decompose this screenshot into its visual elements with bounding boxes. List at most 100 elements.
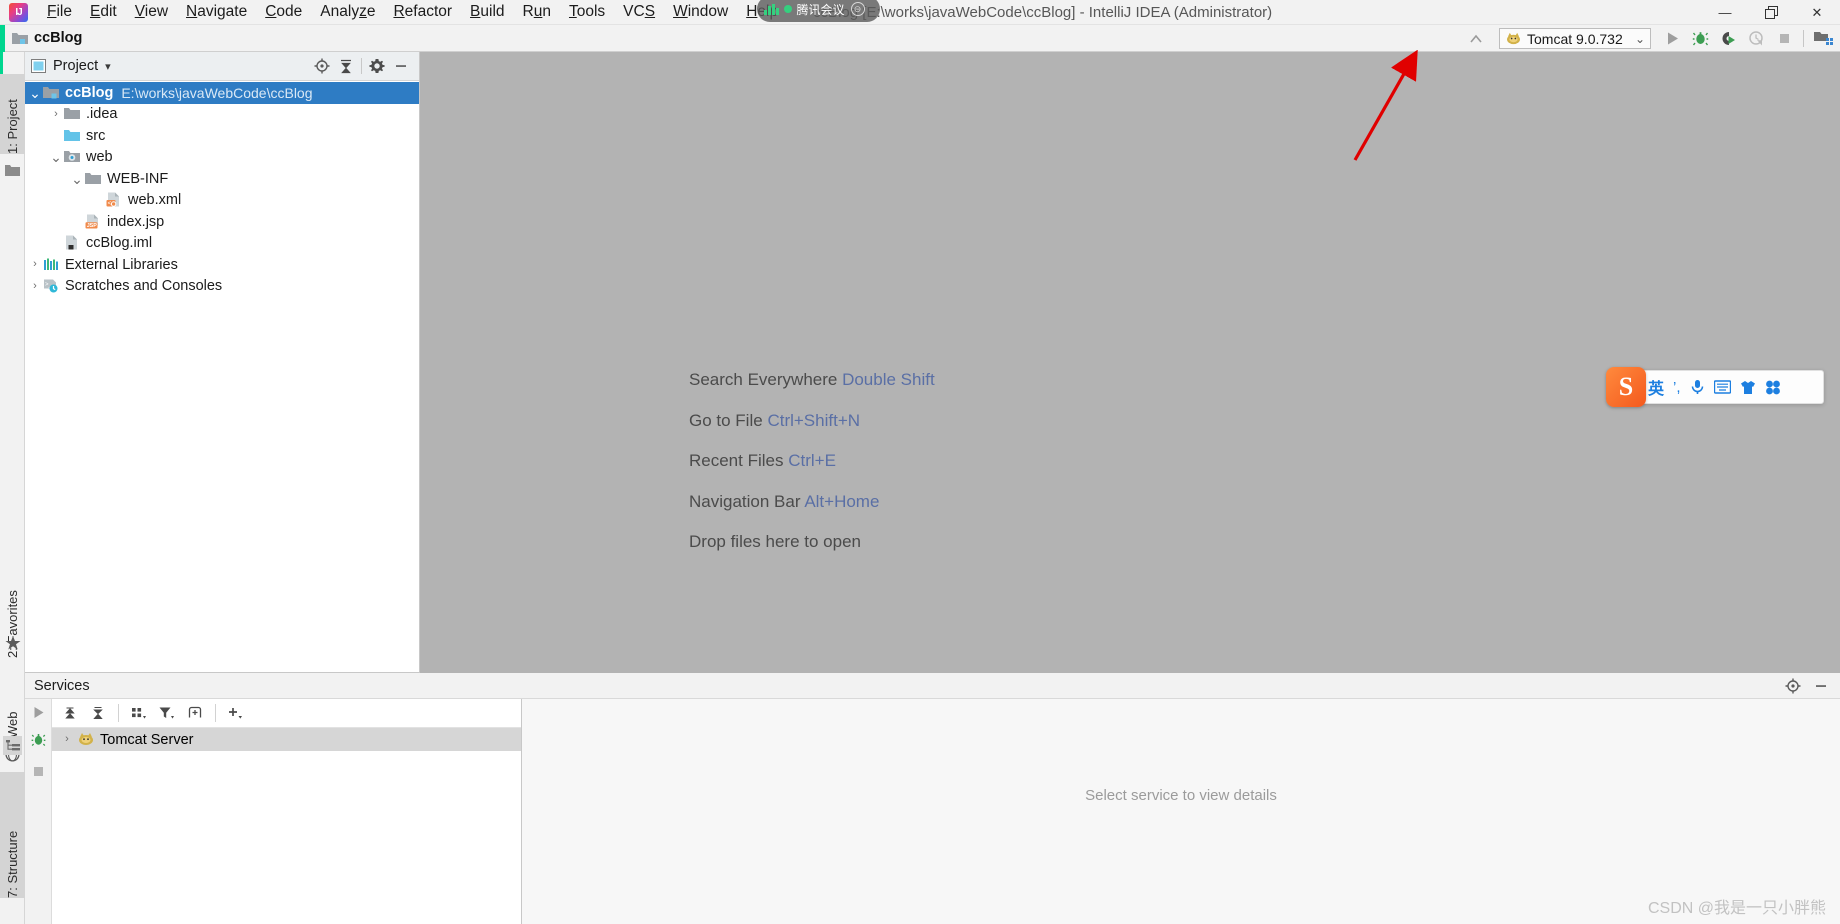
mic-icon[interactable] — [1690, 379, 1705, 395]
services-run-icon[interactable] — [30, 704, 47, 721]
menu-window[interactable]: Window — [664, 0, 737, 24]
tree-node-label: Scratches and Consoles — [65, 278, 223, 295]
run-with-coverage-button[interactable] — [1715, 27, 1741, 51]
breadcrumb[interactable]: ccBlog — [12, 30, 82, 46]
tree-row[interactable]: ⌄ ccBlog E:\works\javaWebCode\ccBlog — [25, 82, 419, 104]
editor-hint: Drop files here to open — [689, 532, 935, 552]
services-header: Services — [25, 673, 1840, 699]
tree-row[interactable]: › .idea — [25, 104, 419, 126]
editor-hint: Go to File Ctrl+Shift+N — [689, 411, 935, 431]
add-service-icon[interactable] — [223, 701, 249, 725]
collapse-all-icon[interactable] — [85, 701, 111, 725]
run-configuration-selector[interactable]: Tomcat 9.0.732 ⌄ — [1499, 28, 1651, 49]
profiler-button[interactable] — [1743, 27, 1769, 51]
tree-row[interactable]: src — [25, 125, 419, 147]
services-stop-icon[interactable] — [30, 763, 47, 780]
services-title: Services — [34, 677, 90, 694]
tree-row[interactable]: < web.xml — [25, 190, 419, 212]
tree-node-label: web — [86, 149, 113, 166]
services-settings-icon[interactable] — [1780, 674, 1806, 698]
project-structure-button[interactable] — [1810, 27, 1836, 51]
tree-node-label: .idea — [86, 106, 118, 123]
project-panel-toolbar — [310, 55, 413, 77]
sidebar-item-project[interactable]: 1: Project — [0, 74, 25, 154]
tree-node-icon — [43, 85, 60, 101]
chevron-down-icon[interactable]: ⌄ — [1635, 32, 1645, 46]
scroll-from-source-icon[interactable] — [310, 55, 334, 77]
editor-hint-shortcut: Ctrl+Shift+N — [767, 410, 861, 430]
sidebar-item-structure[interactable]: 7: Structure — [0, 772, 25, 898]
group-by-icon[interactable] — [126, 701, 152, 725]
tree-node-path: E:\works\javaWebCode\ccBlog — [121, 84, 313, 101]
keyboard-icon[interactable] — [1713, 380, 1731, 394]
stop-button[interactable] — [1771, 27, 1797, 51]
services-toolbar-separator-2 — [215, 704, 216, 722]
close-button[interactable]: ✕ — [1794, 0, 1840, 25]
ime-punctuation-icon[interactable]: ’, — [1673, 379, 1681, 396]
menu-file[interactable]: File — [38, 0, 81, 24]
minimize-button[interactable]: — — [1702, 0, 1748, 25]
expand-all-icon[interactable] — [57, 701, 83, 725]
tree-row[interactable]: JSP index.jsp — [25, 211, 419, 233]
menu-tools[interactable]: Tools — [560, 0, 614, 24]
project-scope-chevron-icon[interactable]: ▾ — [105, 60, 111, 73]
menu-build[interactable]: Build — [461, 0, 513, 24]
tree-row[interactable]: › External Libraries — [25, 254, 419, 276]
add-tab-icon[interactable] — [182, 701, 208, 725]
tree-row[interactable]: ccBlog.iml — [25, 233, 419, 255]
services-tree-row[interactable]: › Tomcat Server — [52, 728, 521, 751]
tree-node-label: ccBlog — [65, 84, 114, 101]
services-scrollbar[interactable] — [1831, 699, 1840, 924]
menu-code[interactable]: Code — [256, 0, 311, 24]
menu-run[interactable]: Run — [514, 0, 560, 24]
menu-vcs[interactable]: VCS — [614, 0, 664, 24]
skin-icon[interactable] — [1740, 380, 1756, 395]
hide-panel-icon[interactable] — [389, 55, 413, 77]
tomcat-icon — [79, 732, 93, 745]
editor-hint-text: Search Everywhere — [689, 370, 838, 389]
filter-icon[interactable] — [154, 701, 180, 725]
meeting-minimize-icon[interactable]: ⊖ — [850, 2, 865, 16]
menu-view[interactable]: View — [126, 0, 177, 24]
tree-node-label: src — [86, 127, 106, 144]
tomcat-icon — [1507, 32, 1520, 45]
chevron-right-icon[interactable]: › — [48, 108, 64, 120]
tree-node-label: WEB-INF — [107, 170, 169, 187]
settings-gear-icon[interactable] — [365, 55, 389, 77]
collapse-all-icon[interactable] — [334, 55, 358, 77]
run-button[interactable] — [1659, 27, 1685, 51]
tree-row[interactable]: ⌄ WEB-INF — [25, 168, 419, 190]
apps-icon[interactable] — [1765, 380, 1781, 395]
menu-analyze[interactable]: Analyze — [311, 0, 384, 24]
restore-button[interactable] — [1748, 0, 1794, 25]
chevron-down-icon[interactable]: ⌄ — [48, 150, 64, 164]
menu-edit[interactable]: Edit — [81, 0, 126, 24]
services-debug-icon[interactable] — [30, 731, 47, 748]
tree-row[interactable]: ⌄ web — [25, 147, 419, 169]
debug-button[interactable] — [1687, 27, 1713, 51]
services-hide-icon[interactable] — [1808, 674, 1834, 698]
run-toolbar: Tomcat 9.0.732 ⌄ — [1463, 25, 1840, 52]
menu-refactor[interactable]: Refactor — [384, 0, 461, 24]
menu-navigate[interactable]: Navigate — [177, 0, 256, 24]
module-folder-icon — [12, 33, 28, 44]
tree-node-icon — [64, 149, 81, 165]
ime-language-mode[interactable]: 英 — [1648, 375, 1664, 399]
chevron-right-icon[interactable]: › — [27, 259, 43, 270]
folder-grey-icon — [64, 108, 80, 120]
sogou-logo-icon[interactable]: S — [1606, 367, 1646, 407]
tree-node-label: External Libraries — [65, 256, 178, 273]
chevron-right-icon[interactable]: › — [56, 734, 78, 745]
sogou-ime-toolbar[interactable]: S 英 ’, — [1606, 367, 1824, 407]
chevron-down-icon[interactable]: ⌄ — [69, 172, 85, 186]
tencent-meeting-overlay[interactable]: 腾讯会议 ⊖ — [757, 0, 880, 22]
tree-row[interactable]: › >_ Scratches and Consoles — [25, 276, 419, 298]
editor-hints-list: Search Everywhere Double Shift Go to File… — [689, 370, 935, 573]
editor-hint-shortcut: Ctrl+E — [788, 451, 836, 470]
audio-level-icon — [764, 3, 779, 15]
hide-navbar-icon[interactable] — [1463, 27, 1489, 51]
sidebar-item-web[interactable]: Web — [0, 690, 25, 739]
project-folder-icon — [4, 162, 21, 179]
chevron-right-icon[interactable]: › — [27, 280, 43, 292]
chevron-down-icon[interactable]: ⌄ — [27, 86, 43, 100]
